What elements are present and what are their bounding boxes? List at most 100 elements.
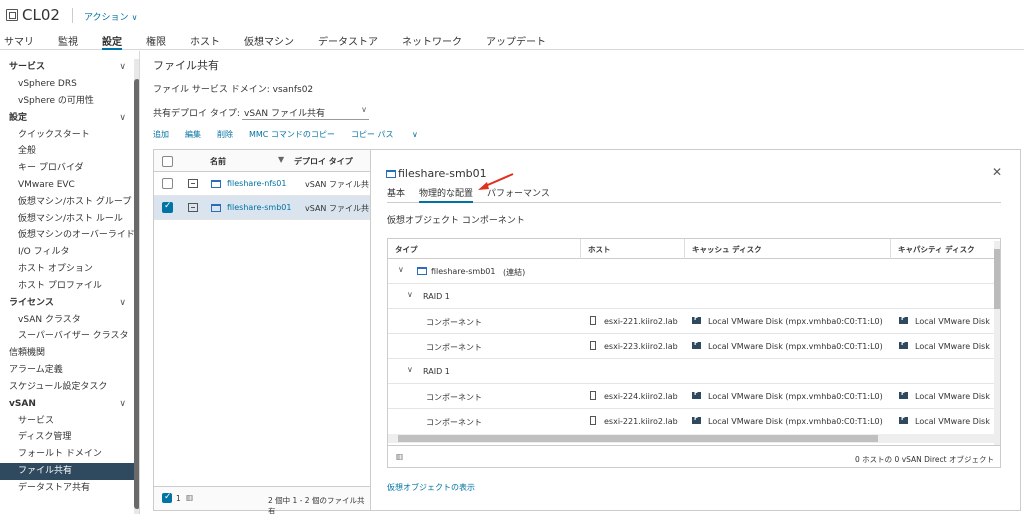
tab-datastores[interactable]: データストア [318, 30, 378, 50]
share-name-link[interactable]: fileshare-smb01 [227, 203, 291, 212]
chevron-down-icon: ∨ [119, 297, 126, 308]
sidebar-item-file-shares[interactable]: ファイル共有 [0, 462, 139, 480]
tree-row-component[interactable]: コンポーネント esxi-221.kiiro2.lab Local VMware… [388, 409, 1000, 434]
table-footer: 1 ▥ 2 個中 1 - 2 個のファイル共有 [154, 486, 370, 514]
sidebar-item-disk-management[interactable]: ディスク管理 [0, 429, 139, 446]
capacity-disk: Local VMware Disk [915, 317, 990, 326]
toolbar: 追加 編集 削除 MMC コマンドのコピー コピー パス ∨ [153, 129, 434, 140]
grid-header: タイプ ホスト キャッシュ ディスク キャパシティ ディスク [388, 239, 1000, 259]
add-button[interactable]: 追加 [153, 129, 169, 140]
columns-icon[interactable]: ▥ [396, 452, 403, 461]
cache-disk: Local VMware Disk (mpx.vmhba0:C0:T1:L0) [708, 317, 883, 326]
cache-disk: Local VMware Disk (mpx.vmhba0:C0:T1:L0) [708, 342, 883, 351]
tab-configure[interactable]: 設定 [102, 30, 122, 50]
tab-basic[interactable]: 基本 [387, 186, 405, 202]
edit-button[interactable]: 編集 [185, 129, 201, 140]
sidebar-item-alarm-definitions[interactable]: アラーム定義 [0, 362, 139, 379]
tree-row-component[interactable]: コンポーネント esxi-221.kiiro2.lab Local VMware… [388, 309, 1000, 334]
filter-icon[interactable]: ▼ [278, 155, 284, 164]
sidebar-item-supervisor-cluster[interactable]: スーパーバイザー クラスタ [0, 328, 139, 345]
disk-icon [692, 415, 701, 424]
row-checkbox[interactable] [162, 201, 173, 213]
delete-button[interactable]: 削除 [217, 129, 233, 140]
scrollbar-thumb[interactable] [398, 435, 878, 442]
grid-horizontal-scrollbar[interactable] [388, 434, 994, 443]
tab-physical-placement[interactable]: 物理的な配置 [419, 186, 474, 203]
chevron-down-icon[interactable]: ∨ [407, 365, 413, 374]
host-name[interactable]: esxi-223.kiiro2.lab [604, 342, 678, 351]
view-virtual-objects-link[interactable]: 仮想オブジェクトの表示 [387, 482, 475, 493]
tree-row-root[interactable]: ∨ fileshare-smb01 (連結) [388, 259, 1000, 284]
copy-mmc-command-button[interactable]: MMC コマンドのコピー [249, 129, 335, 140]
sidebar-item-evc[interactable]: VMware EVC [0, 177, 139, 194]
divider[interactable] [684, 239, 685, 259]
sidebar-section-vsan[interactable]: vSAN ∨ [0, 396, 139, 413]
scrollbar-thumb[interactable] [994, 249, 1000, 309]
share-type: vSAN ファイル共 [305, 180, 369, 189]
sidebar-scrollbar[interactable] [134, 59, 139, 514]
host-name[interactable]: esxi-221.kiiro2.lab [604, 317, 678, 326]
sidebar-item-vm-overrides[interactable]: 仮想マシンのオーバーライド [0, 227, 139, 244]
sidebar-item-io-filters[interactable]: I/O フィルタ [0, 244, 139, 261]
share-type-label: 共有デプロイ タイプ: [153, 109, 240, 119]
sidebar-item-vsan-cluster[interactable]: vSAN クラスタ [0, 312, 139, 329]
sidebar-section-services[interactable]: サービス ∨ [0, 59, 139, 76]
sidebar-item-ha[interactable]: vSphere の可用性 [0, 93, 139, 110]
tab-networks[interactable]: ネットワーク [402, 30, 462, 50]
sidebar-item-scheduled-tasks[interactable]: スケジュール設定タスク [0, 379, 139, 396]
sidebar-section-config[interactable]: 設定 ∨ [0, 110, 139, 127]
share-name-link[interactable]: fileshare-nfs01 [227, 179, 286, 188]
actions-menu[interactable]: アクション ∨ [84, 10, 137, 23]
select-all-checkbox[interactable] [162, 156, 173, 167]
sidebar-item-trust-authority[interactable]: 信頼機関 [0, 345, 139, 362]
sidebar-item-key-provider[interactable]: キー プロバイダ [0, 160, 139, 177]
tab-vms[interactable]: 仮想マシン [244, 30, 294, 50]
col-capacity-disk: キャパシティ ディスク [898, 245, 975, 254]
chevron-down-icon: ∨ [131, 13, 138, 22]
settings-sidebar: サービス ∨ vSphere DRS vSphere の可用性 設定 ∨ クイックス… [0, 51, 140, 514]
scrollbar-thumb[interactable] [134, 79, 139, 509]
divider[interactable] [580, 239, 581, 259]
tab-hosts[interactable]: ホスト [190, 30, 220, 50]
table-row[interactable]: fileshare-smb01 vSAN ファイル共 [154, 196, 370, 220]
sidebar-item-vsan-services[interactable]: サービス [0, 413, 139, 430]
disk-icon [899, 390, 908, 399]
pagination-text: 2 個中 1 - 2 個のファイル共有 [268, 496, 365, 514]
tree-row-component[interactable]: コンポーネント esxi-224.kiiro2.lab Local VMware… [388, 384, 1000, 409]
columns-icon[interactable]: ▥ [186, 493, 193, 502]
tree-row-raid[interactable]: ∨ RAID 1 [388, 284, 1000, 309]
row-detail-icon[interactable] [188, 203, 198, 212]
annotation-arrow-icon [478, 173, 514, 190]
divider[interactable] [890, 239, 891, 259]
tree-row-raid[interactable]: ∨ RAID 1 [388, 359, 1000, 384]
tree-row-component[interactable]: コンポーネント esxi-223.kiiro2.lab Local VMware… [388, 334, 1000, 359]
chevron-down-icon[interactable]: ∨ [407, 290, 413, 299]
copy-path-button[interactable]: コピー パス ∨ [351, 129, 418, 140]
tab-updates[interactable]: アップデート [486, 30, 546, 50]
sidebar-item-vm-host-rules[interactable]: 仮想マシン/ホスト ルール [0, 211, 139, 228]
table-row[interactable]: fileshare-nfs01 vSAN ファイル共 [154, 172, 370, 196]
chevron-down-icon[interactable]: ∨ [398, 265, 404, 274]
share-type-value: vSAN ファイル共有 [244, 109, 325, 119]
close-icon[interactable]: ✕ [992, 165, 1002, 179]
row-checkbox[interactable] [162, 178, 173, 189]
sidebar-item-drs[interactable]: vSphere DRS [0, 76, 139, 93]
sidebar-item-host-profile[interactable]: ホスト プロファイル [0, 278, 139, 295]
host-name[interactable]: esxi-224.kiiro2.lab [604, 392, 678, 401]
host-icon [590, 391, 596, 400]
tab-summary[interactable]: サマリ [4, 30, 34, 50]
sidebar-item-vm-host-groups[interactable]: 仮想マシン/ホスト グループ [0, 194, 139, 211]
sidebar-section-licensing[interactable]: ライセンス ∨ [0, 295, 139, 312]
tab-monitor[interactable]: 監視 [58, 30, 78, 50]
col-cache-disk: キャッシュ ディスク [692, 245, 762, 254]
tab-permissions[interactable]: 権限 [146, 30, 166, 50]
host-name[interactable]: esxi-221.kiiro2.lab [604, 417, 678, 426]
grid-vertical-scrollbar[interactable] [994, 241, 1000, 445]
sidebar-item-quickstart[interactable]: クイックスタート [0, 127, 139, 144]
sidebar-item-general[interactable]: 全般 [0, 143, 139, 160]
sidebar-item-fault-domains[interactable]: フォールト ドメイン [0, 446, 139, 463]
row-detail-icon[interactable] [188, 179, 198, 188]
sidebar-item-host-options[interactable]: ホスト オプション [0, 261, 139, 278]
sidebar-item-datastore-sharing[interactable]: データストア共有 [0, 480, 139, 497]
share-type-select[interactable]: vSAN ファイル共有 ∨ [242, 102, 369, 120]
